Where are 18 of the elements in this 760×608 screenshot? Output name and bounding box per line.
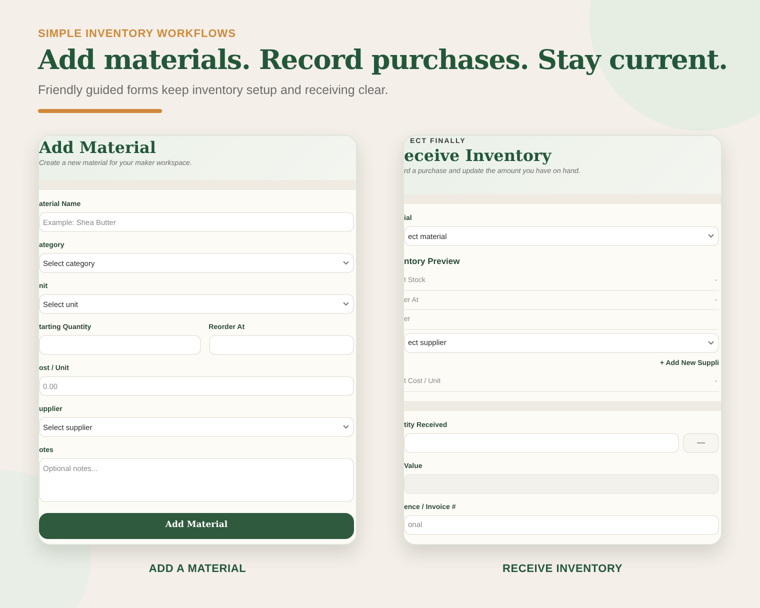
chevron-icon [708, 234, 714, 238]
stepper-button[interactable]: — [683, 432, 719, 452]
chevron-icon [343, 261, 349, 266]
headline: Add materials. Record purchases. Stay current. [38, 44, 728, 76]
card-caption: ADD A MATERIAL [148, 562, 246, 578]
card-title: eceive Inventory [404, 146, 553, 166]
card-title: Add Material [39, 138, 157, 158]
input-field[interactable] [208, 335, 354, 356]
card-caption: RECEIVE INVENTORY [502, 562, 622, 578]
input-field[interactable] [39, 335, 201, 356]
chevron-icon [343, 302, 349, 306]
add-material-button[interactable]: Add Material [39, 512, 354, 539]
chevron-icon [343, 425, 349, 430]
input-field[interactable] [404, 432, 679, 452]
section-heading: ntory Preview [404, 255, 461, 268]
eyebrow-text: SIMPLE INVENTORY WORKFLOWS [38, 27, 237, 42]
subheadline: Friendly guided forms keep inventory setup and receiving clear. [38, 82, 390, 99]
chevron-icon [708, 340, 714, 344]
